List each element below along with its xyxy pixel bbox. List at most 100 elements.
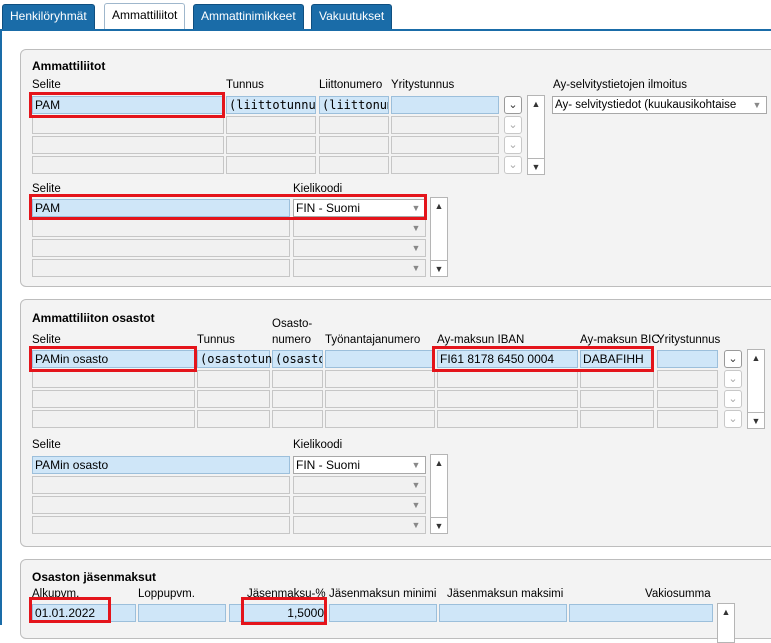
tunnus-field[interactable] <box>226 116 316 134</box>
loppupvm-field[interactable] <box>138 604 226 622</box>
kielikoodi-select[interactable]: ▼ <box>293 239 426 257</box>
osastotunnus-field[interactable] <box>197 370 270 388</box>
maksimi-field[interactable] <box>439 604 567 622</box>
iban-field[interactable] <box>437 410 578 428</box>
bic-field[interactable]: DABAFIHH <box>580 350 654 368</box>
selite-lang-field[interactable]: PAM <box>32 199 290 217</box>
scrollbar[interactable]: ▲ ▼ <box>747 349 765 429</box>
iban-field[interactable] <box>437 370 578 388</box>
osasto-yritystunnus-field[interactable] <box>657 370 718 388</box>
osasto-selite-lang-field[interactable] <box>32 516 290 534</box>
scrollbar[interactable]: ▲ ▼ <box>527 95 545 175</box>
chevron-down-icon[interactable]: ⌄ <box>504 156 522 174</box>
chevron-down-icon[interactable]: ⌄ <box>504 96 522 114</box>
scrollbar[interactable]: ▲ <box>717 603 735 643</box>
arrow-down-icon[interactable]: ▼ <box>528 158 544 174</box>
osastotunnus-field[interactable] <box>197 410 270 428</box>
arrow-up-icon[interactable]: ▲ <box>528 96 544 112</box>
kielikoodi-value: FIN - Suomi <box>296 201 361 215</box>
arrow-up-icon[interactable]: ▲ <box>748 350 764 366</box>
tab-ammattiliitot[interactable]: Ammattiliitot <box>104 3 186 30</box>
osastonro-field[interactable] <box>272 370 323 388</box>
minimi-field[interactable] <box>329 604 437 622</box>
chevron-down-icon[interactable]: ⌄ <box>504 116 522 134</box>
osasto-selite-field[interactable] <box>32 370 195 388</box>
osasto-yritystunnus-field[interactable] <box>657 410 718 428</box>
bic-field[interactable] <box>580 410 654 428</box>
kielikoodi-select[interactable]: ▼ <box>293 219 426 237</box>
arrow-down-icon[interactable]: ▼ <box>431 517 447 533</box>
yritystunnus-field[interactable] <box>391 96 499 114</box>
tunnus-field[interactable] <box>226 136 316 154</box>
yritystunnus-field[interactable] <box>391 136 499 154</box>
tab-ammattinimikkeet[interactable]: Ammattinimikkeet <box>193 4 304 29</box>
selite-field[interactable] <box>32 136 224 154</box>
osasto-selite-lang-field[interactable]: PAMin osasto <box>32 456 290 474</box>
osasto-selite-lang-field[interactable] <box>32 476 290 494</box>
selite-field[interactable]: PAM <box>32 96 224 114</box>
osasto-yritystunnus-field[interactable] <box>657 350 718 368</box>
osastonro-field[interactable] <box>272 410 323 428</box>
vakiosumma-field[interactable] <box>569 604 713 622</box>
selite-lang-field[interactable] <box>32 219 290 237</box>
chevron-down-icon[interactable]: ⌄ <box>724 350 742 368</box>
scrollbar[interactable]: ▲ ▼ <box>430 454 448 534</box>
alkupvm-field[interactable]: 01.01.2022 <box>32 604 136 622</box>
tyonantajanumero-field[interactable] <box>325 350 435 368</box>
tab-vakuutukset[interactable]: Vakuutukset <box>311 4 393 29</box>
arrow-up-icon[interactable]: ▲ <box>431 198 447 214</box>
scrollbar[interactable]: ▲ ▼ <box>430 197 448 277</box>
chevron-down-icon[interactable]: ⌄ <box>504 136 522 154</box>
osastotunnus-field[interactable]: (osastotunnus) <box>197 350 301 368</box>
osasto-selite-field[interactable] <box>32 410 195 428</box>
tunnus-field[interactable] <box>226 156 316 174</box>
osastonro-field[interactable]: (osastonro) <box>272 350 323 368</box>
kielikoodi-select[interactable]: ▼ <box>293 516 426 534</box>
bic-field[interactable] <box>580 370 654 388</box>
osasto-selite-field[interactable] <box>32 390 195 408</box>
iban-field[interactable]: FI61 8178 6450 0004 <box>437 350 578 368</box>
header-osasto-2: numero <box>272 334 311 346</box>
header-tyonantajanumero: Työnantajanumero <box>325 334 421 346</box>
arrow-up-icon[interactable]: ▲ <box>431 455 447 471</box>
section-title: Osaston jäsenmaksut <box>32 570 157 584</box>
kielikoodi-select[interactable]: ▼ <box>293 476 426 494</box>
liittonumero-field[interactable] <box>319 136 389 154</box>
osasto-selite-field[interactable]: PAMin osasto <box>32 350 195 368</box>
arrow-up-icon[interactable]: ▲ <box>718 604 734 620</box>
selite-lang-field[interactable] <box>32 239 290 257</box>
tab-henkiloryhmat[interactable]: Henkilöryhmät <box>2 4 95 29</box>
chevron-down-icon[interactable]: ⌄ <box>724 390 742 408</box>
tyonantajanumero-field[interactable] <box>325 370 435 388</box>
kielikoodi-select[interactable]: FIN - Suomi ▼ <box>293 456 426 474</box>
tunnus-field[interactable]: (liittotunnus) <box>226 96 316 114</box>
jasenmaksu-pct-field[interactable]: 1,5000 <box>229 604 327 622</box>
kielikoodi-select[interactable]: ▼ <box>293 259 426 277</box>
kielikoodi-select[interactable]: FIN - Suomi ▼ <box>293 199 426 217</box>
iban-field[interactable] <box>437 390 578 408</box>
tyonantajanumero-field[interactable] <box>325 410 435 428</box>
arrow-down-icon[interactable]: ▼ <box>431 260 447 276</box>
ay-ilmoitus-select[interactable]: Ay- selvitystiedot (kuukausikohtaise ▼ <box>552 96 767 114</box>
selite-field[interactable] <box>32 156 224 174</box>
kielikoodi-select[interactable]: ▼ <box>293 496 426 514</box>
chevron-down-icon[interactable]: ⌄ <box>724 410 742 428</box>
header-liittonumero: Liittonumero <box>319 79 383 91</box>
chevron-down-icon[interactable]: ⌄ <box>724 370 742 388</box>
yritystunnus-field[interactable] <box>391 116 499 134</box>
bic-field[interactable] <box>580 390 654 408</box>
selite-field[interactable] <box>32 116 224 134</box>
osasto-yritystunnus-field[interactable] <box>657 390 718 408</box>
tyonantajanumero-field[interactable] <box>325 390 435 408</box>
osastonro-field[interactable] <box>272 390 323 408</box>
yritystunnus-field[interactable] <box>391 156 499 174</box>
osasto-selite-lang-field[interactable] <box>32 496 290 514</box>
header-jasenmaksu-pct: Jäsenmaksu-% <box>247 588 326 600</box>
liittonumero-field[interactable] <box>319 156 389 174</box>
header-vakiosumma: Vakiosumma <box>645 588 711 600</box>
liittonumero-field[interactable] <box>319 116 389 134</box>
selite-lang-field[interactable] <box>32 259 290 277</box>
arrow-down-icon[interactable]: ▼ <box>748 412 764 428</box>
osastotunnus-field[interactable] <box>197 390 270 408</box>
liittonumero-field[interactable]: (liittonumero) <box>319 96 389 114</box>
